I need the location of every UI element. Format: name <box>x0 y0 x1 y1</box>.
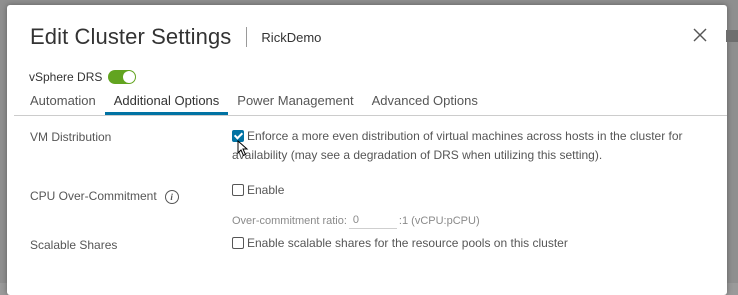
overcommit-ratio-suffix: :1 (vCPU:pCPU) <box>399 215 480 227</box>
dialog-title: Edit Cluster Settings <box>30 24 231 50</box>
scalable-shares-text: Enable scalable shares for the resource … <box>247 236 568 250</box>
drs-toggle-row: vSphere DRS <box>29 70 136 84</box>
tab-power-management[interactable]: Power Management <box>228 89 362 115</box>
vm-distribution-label: VM Distribution <box>30 130 111 144</box>
tab-advanced-options[interactable]: Advanced Options <box>363 89 487 115</box>
drs-toggle[interactable] <box>108 70 136 84</box>
title-separator <box>246 27 247 47</box>
dialog-header: Edit Cluster Settings RickDemo <box>30 22 321 52</box>
cluster-name: RickDemo <box>261 30 321 45</box>
vm-distribution-option: Enforce a more even distribution of virt… <box>232 127 683 165</box>
scalable-shares-label: Scalable Shares <box>30 238 117 252</box>
cpu-overcommit-label: CPU Over-Commitment <box>30 189 157 203</box>
scalable-shares-option: Enable scalable shares for the resource … <box>232 234 568 253</box>
cpu-overcommit-enable-label: Enable <box>247 183 284 197</box>
toggle-knob <box>123 71 135 83</box>
overcommit-ratio-label: Over-commitment ratio: <box>232 215 347 227</box>
edit-cluster-settings-dialog: Edit Cluster Settings RickDemo vSphere D… <box>7 5 727 295</box>
tab-additional-options[interactable]: Additional Options <box>105 89 229 115</box>
vm-distribution-text-line2: availability (may see a degradation of D… <box>232 146 683 165</box>
overcommit-ratio-row: Over-commitment ratio: :1 (vCPU:pCPU) <box>232 212 480 229</box>
background-app-fragment <box>726 30 738 42</box>
vm-distribution-text-line1: Enforce a more even distribution of virt… <box>247 129 683 143</box>
cpu-overcommit-checkbox[interactable] <box>232 184 244 196</box>
tab-bar: Automation Additional Options Power Mana… <box>14 89 727 116</box>
info-icon[interactable]: i <box>165 190 179 204</box>
close-icon[interactable] <box>693 28 707 42</box>
cpu-overcommit-option: Enable <box>232 181 284 200</box>
scalable-shares-checkbox[interactable] <box>232 237 244 249</box>
drs-label: vSphere DRS <box>29 70 102 84</box>
tab-automation[interactable]: Automation <box>14 89 105 115</box>
overcommit-ratio-input[interactable] <box>349 212 397 229</box>
cpu-overcommit-row-label: CPU Over-Commitment i <box>30 189 179 204</box>
mouse-pointer-icon <box>237 140 249 157</box>
